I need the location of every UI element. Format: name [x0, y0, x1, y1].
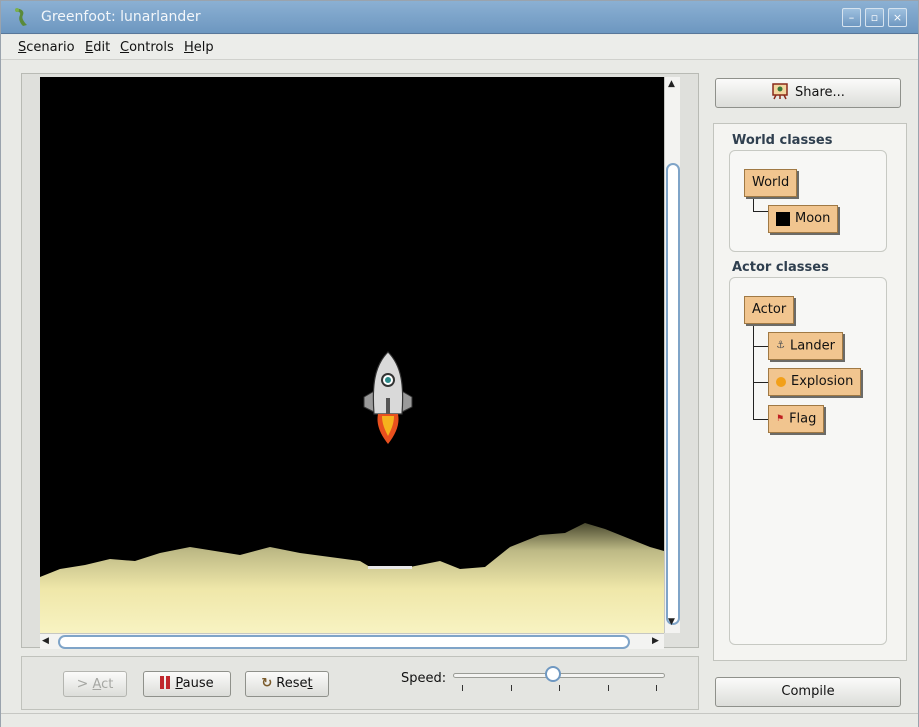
- speed-tick: [608, 685, 609, 691]
- speed-tick: [656, 685, 657, 691]
- class-moon[interactable]: Moon: [768, 205, 839, 233]
- greenfoot-window: Greenfoot: lunarlander – ▫ × Scenario Ed…: [0, 0, 919, 727]
- inheritance-line: [753, 382, 768, 383]
- speed-tick: [462, 685, 463, 691]
- menu-controls[interactable]: Controls: [120, 40, 174, 55]
- scroll-down-icon[interactable]: ▼: [668, 617, 675, 627]
- scroll-up-icon[interactable]: ▲: [668, 79, 675, 89]
- menu-help[interactable]: Help: [184, 40, 214, 55]
- horizontal-scrollbar[interactable]: ◀ ▶: [40, 633, 664, 649]
- class-lander[interactable]: ⚓ Lander: [768, 332, 844, 360]
- minimize-icon: –: [848, 11, 855, 24]
- inheritance-line: [753, 211, 768, 212]
- speed-tick: [559, 685, 560, 691]
- close-button[interactable]: ×: [888, 8, 907, 27]
- close-icon: ×: [892, 11, 903, 24]
- window-title: Greenfoot: lunarlander: [41, 9, 201, 25]
- menu-edit[interactable]: Edit: [85, 40, 110, 55]
- pause-button[interactable]: Pause: [143, 671, 231, 697]
- scroll-left-icon[interactable]: ◀: [42, 636, 49, 646]
- horizontal-scroll-thumb[interactable]: [58, 635, 630, 649]
- class-world[interactable]: World: [744, 169, 798, 197]
- pause-icon: [160, 676, 171, 689]
- world-classes-title: World classes: [732, 133, 833, 148]
- vertical-scroll-thumb[interactable]: [666, 163, 680, 625]
- minimize-button[interactable]: –: [842, 8, 861, 27]
- act-button[interactable]: > Act: [63, 671, 127, 697]
- moon-world-scene: [40, 351, 664, 633]
- status-strip: [1, 713, 918, 727]
- inheritance-line: [753, 419, 768, 420]
- speed-slider-knob[interactable]: [544, 666, 561, 682]
- title-bar: Greenfoot: lunarlander – ▫ ×: [1, 1, 918, 34]
- share-easel-icon: [772, 83, 788, 100]
- class-flag[interactable]: ⚑ Flag: [768, 405, 825, 433]
- menu-bar: Scenario Edit Controls Help: [1, 35, 918, 60]
- moon-terrain: [40, 523, 664, 633]
- maximize-button[interactable]: ▫: [865, 8, 884, 27]
- class-actor[interactable]: Actor: [744, 296, 795, 324]
- vertical-scrollbar[interactable]: ▲ ▼: [664, 77, 680, 633]
- reset-button[interactable]: ↻ Reset: [245, 671, 329, 697]
- flag-class-icon: ⚑: [776, 414, 785, 424]
- explosion-class-icon: [776, 376, 786, 387]
- inheritance-line: [753, 346, 768, 347]
- actor-classes-title: Actor classes: [732, 260, 829, 275]
- lander-rocket: [363, 351, 413, 444]
- share-button[interactable]: Share...: [715, 78, 901, 108]
- class-explosion[interactable]: Explosion: [768, 368, 862, 396]
- act-arrow-icon: >: [76, 676, 89, 692]
- scroll-right-icon[interactable]: ▶: [652, 636, 659, 646]
- moon-class-icon: [776, 211, 790, 226]
- inheritance-line: [753, 199, 754, 211]
- lander-class-icon: ⚓: [776, 340, 785, 351]
- speed-tick: [511, 685, 512, 691]
- world-canvas[interactable]: [40, 77, 664, 633]
- menu-scenario[interactable]: Scenario: [18, 40, 75, 55]
- inheritance-line: [753, 326, 754, 419]
- reset-icon: ↻: [261, 676, 273, 691]
- speed-label: Speed:: [401, 671, 447, 686]
- maximize-icon: ▫: [870, 11, 879, 24]
- compile-button[interactable]: Compile: [715, 677, 901, 707]
- greenfoot-icon: [15, 8, 27, 26]
- landing-pad: [368, 566, 412, 569]
